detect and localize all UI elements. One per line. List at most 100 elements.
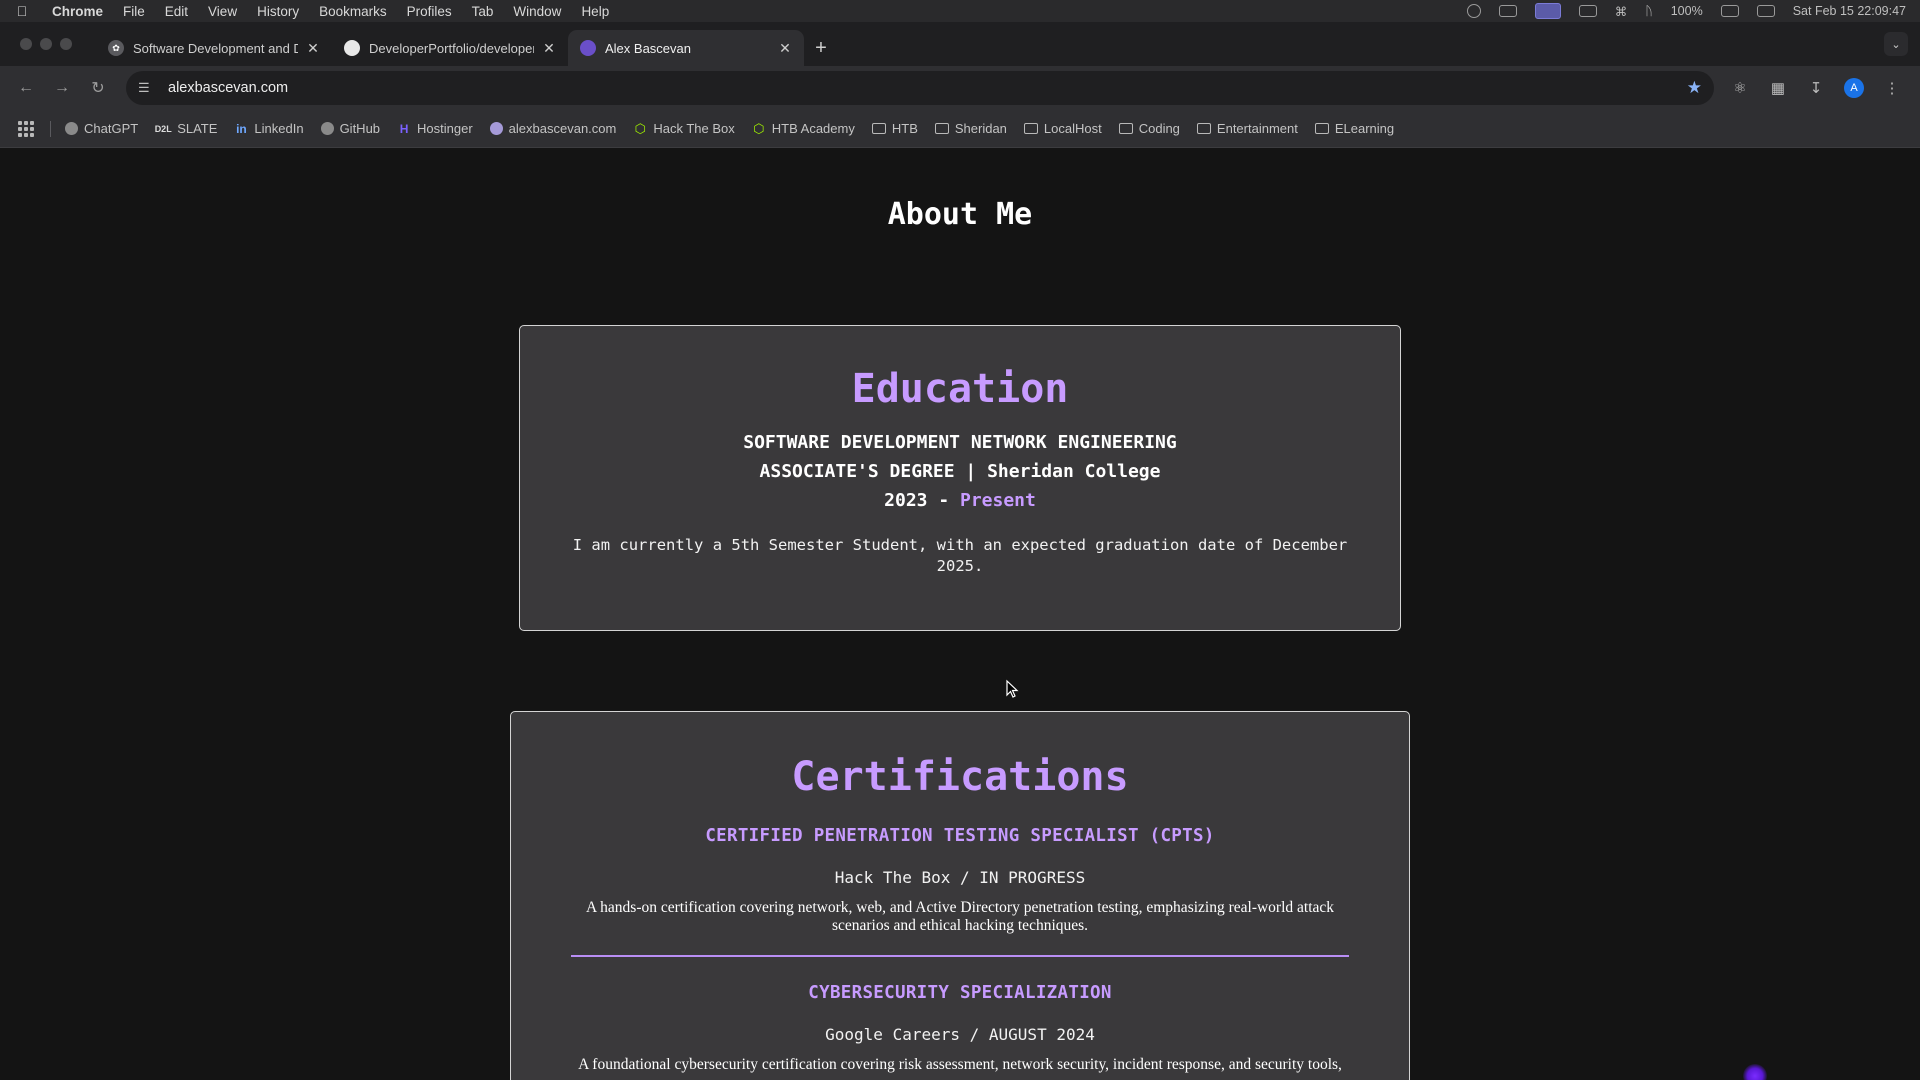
bookmark-slate[interactable]: D2L SLATE [155,121,218,136]
control-center-icon[interactable] [1756,5,1775,17]
tab-title: Alex Bascevan [605,40,691,56]
menu-bar:  Chrome File Edit View History Bookmark… [0,0,1920,22]
window-controls [20,38,72,50]
menu-history[interactable]: History [257,4,299,19]
back-button[interactable]: ← [12,74,40,102]
bookmark-label: ELearning [1334,121,1395,136]
messages-status-icon[interactable] [1498,5,1517,17]
certification-description: A hands-on certification covering networ… [585,899,1335,934]
linkedin-icon: in [236,121,247,136]
menu-bookmarks[interactable]: Bookmarks [319,4,387,19]
bookmark-label: HTB Academy [771,121,855,136]
url-text[interactable]: alexbascevan.com [168,80,1687,96]
apple-icon[interactable]:  [14,3,30,19]
download-icon[interactable]: ↧ [1806,78,1826,98]
menu-window[interactable]: Window [513,4,561,19]
browser-toolbar: ← → ↻ ☰ alexbascevan.com ★ ⚛ ▦ ↧ A ⋮ [0,66,1920,110]
education-title: Education [851,366,1069,412]
hostinger-icon: H [399,121,409,136]
bookmark-label: HTB [891,121,918,136]
close-window-button[interactable] [20,38,32,50]
htb-icon: ⬡ [634,120,647,136]
profile-avatar[interactable]: A [1844,78,1864,98]
menu-view[interactable]: View [208,4,237,19]
floating-orb-icon[interactable] [1743,1064,1767,1080]
bookmark-chatgpt[interactable]: ChatGPT [65,121,138,136]
extension-status-icon[interactable] [1466,4,1481,18]
minimize-window-button[interactable] [40,38,52,50]
bookmark-folder-sheridan[interactable]: Sheridan [934,121,1007,136]
bookmark-folder-elearning[interactable]: ELearning [1314,121,1395,136]
education-card: Education SOFTWARE DEVELOPMENT NETWORK E… [519,325,1401,631]
bookmark-folder-localhost[interactable]: LocalHost [1023,121,1102,136]
bookmark-htb-academy[interactable]: ⬡ HTB Academy [752,120,855,137]
forward-button[interactable]: → [48,74,76,102]
display-status-icon[interactable] [1578,5,1597,17]
bookmark-label: Sheridan [954,121,1007,136]
bookmark-github[interactable]: GitHub [320,121,380,136]
htb-icon: ⬡ [753,120,765,136]
education-description: I am currently a 5th Semester Student, w… [572,536,1348,575]
close-tab-icon[interactable]: ✕ [540,40,558,57]
status-area: ⌘ ᚢ 100% Sat Feb 15 22:09:47 [1466,3,1906,19]
menu-profiles[interactable]: Profiles [407,4,452,19]
react-devtools-icon[interactable]: ⚛ [1730,78,1750,98]
site-icon [489,122,503,135]
bookmark-label: Hostinger [417,121,473,136]
bookmark-folder-coding[interactable]: Coding [1118,121,1180,136]
bookmark-label: alexbascevan.com [508,121,617,136]
certifications-card: Certifications CERTIFIED PENETRATION TES… [510,711,1410,1080]
folder-icon [1023,123,1038,134]
more-menu-icon[interactable]: ⋮ [1882,78,1902,98]
bookmark-alexbascevan[interactable]: alexbascevan.com [489,121,617,136]
bookmark-hostinger[interactable]: H Hostinger [397,121,473,136]
tab-search-button[interactable]: ⌄ [1884,32,1908,56]
start-year: 2023 - [884,490,960,511]
extensions-icon[interactable]: ▦ [1768,78,1788,98]
bookmark-label: Coding [1138,121,1180,136]
tab-title: Software Development and D [133,40,298,56]
reload-button[interactable]: ↻ [84,74,112,102]
tab-strip: ✿ Software Development and D ✕ Developer… [0,22,1920,66]
folder-icon [1118,123,1133,134]
menu-tab[interactable]: Tab [472,4,494,19]
close-tab-icon[interactable]: ✕ [776,40,794,57]
folder-icon [934,123,949,134]
program-name: SOFTWARE DEVELOPMENT NETWORK ENGINEERING [743,432,1177,453]
certification-divider [571,955,1349,957]
tab-software-development[interactable]: ✿ Software Development and D ✕ [96,30,332,66]
chatgpt-icon: ✿ [108,40,124,56]
bookmark-linkedin[interactable]: in LinkedIn [234,121,304,136]
tab-alex-bascevan[interactable]: Alex Bascevan ✕ [568,30,804,66]
menu-app-name[interactable]: Chrome [52,4,103,19]
menu-file[interactable]: File [123,4,145,19]
bookmark-label: Hack The Box [653,121,735,136]
chatgpt-icon [65,122,78,135]
certification-issuer: Google Careers / AUGUST 2024 [825,1025,1095,1044]
bookmark-star-icon[interactable]: ★ [1687,78,1702,98]
bookmark-folder-entertainment[interactable]: Entertainment [1196,121,1298,136]
tab-title: DeveloperPortfolio/developer [369,40,534,56]
certifications-title: Certifications [791,754,1129,800]
bookmark-hack-the-box[interactable]: ⬡ Hack The Box [633,120,735,137]
menu-edit[interactable]: Edit [165,4,188,19]
battery-percent: 100% [1670,4,1703,18]
screen-mirroring-icon[interactable] [1534,3,1561,19]
apps-grid-icon[interactable] [18,120,34,137]
bookmark-label: Entertainment [1216,121,1298,136]
bookmark-folder-htb[interactable]: HTB [871,121,918,136]
address-bar[interactable]: ☰ alexbascevan.com ★ [126,71,1714,105]
bluetooth-icon[interactable]: ᚢ [1645,4,1653,18]
clock[interactable]: Sat Feb 15 22:09:47 [1793,4,1906,18]
battery-icon[interactable] [1720,5,1739,17]
github-icon [344,40,360,56]
zoom-window-button[interactable] [60,38,72,50]
menu-help[interactable]: Help [581,4,609,19]
site-info-icon[interactable]: ☰ [138,80,156,96]
tab-developer-portfolio[interactable]: DeveloperPortfolio/developer ✕ [332,30,568,66]
wifi-icon[interactable]: ⌘ [1615,4,1628,19]
github-icon [320,122,334,135]
close-tab-icon[interactable]: ✕ [304,40,322,57]
new-tab-button[interactable]: + [804,30,838,66]
toolbar-actions: ⚛ ▦ ↧ A ⋮ [1730,78,1902,98]
